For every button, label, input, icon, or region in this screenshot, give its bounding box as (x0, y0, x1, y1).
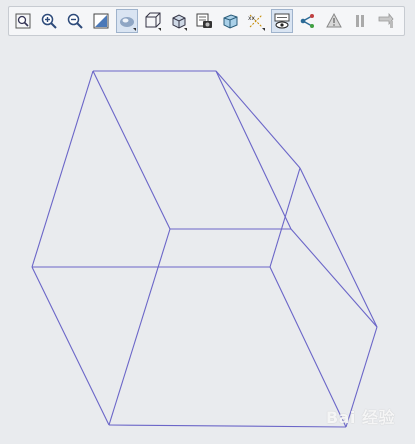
next-button[interactable] (375, 9, 397, 33)
spin-center-button[interactable] (297, 9, 319, 33)
view-manager-icon (196, 13, 213, 28)
datum-display-button[interactable]: xx (245, 9, 267, 33)
model-edge[interactable] (31, 266, 110, 426)
model-edge[interactable] (215, 70, 301, 169)
watermark-logo: Bai 经验 (325, 408, 395, 427)
model-edge[interactable] (92, 70, 171, 230)
annotation-display-icon (274, 13, 290, 29)
model-edge[interactable] (31, 70, 94, 268)
warning-button[interactable] (323, 9, 345, 33)
model-edge[interactable] (215, 70, 292, 230)
wireframe-display-button[interactable] (142, 9, 164, 33)
repaint-icon (93, 13, 109, 29)
dropdown-caret-icon (262, 28, 266, 31)
saved-orientations-button[interactable] (168, 9, 190, 33)
wireframe-model[interactable] (0, 40, 415, 440)
model-edge[interactable] (299, 167, 378, 328)
zoom-in-button[interactable] (38, 9, 60, 33)
graphics-viewport[interactable] (0, 40, 415, 440)
model-edge[interactable] (108, 424, 347, 428)
dropdown-caret-icon (158, 28, 162, 31)
zoom-in-icon (41, 13, 57, 29)
model-edge[interactable] (269, 167, 301, 268)
annotation-display-button[interactable] (271, 9, 294, 33)
svg-text:xx: xx (248, 15, 256, 22)
view-manager-button[interactable] (194, 9, 216, 33)
spin-center-icon (300, 14, 315, 28)
next-icon (378, 12, 394, 28)
pause-icon (356, 15, 365, 27)
model-edge[interactable] (108, 228, 171, 426)
refit-button[interactable] (12, 9, 34, 33)
dropdown-caret-icon (132, 28, 136, 31)
perspective-view-button[interactable] (220, 9, 242, 33)
model-edge[interactable] (269, 266, 347, 428)
perspective-view-icon (223, 14, 238, 29)
graphics-toolbar: xx (8, 6, 405, 36)
warning-triangle-icon (326, 12, 342, 28)
zoom-out-button[interactable] (64, 9, 86, 33)
refit-icon (15, 13, 31, 29)
repaint-button[interactable] (90, 9, 112, 33)
zoom-out-icon (67, 13, 83, 29)
shading-button[interactable] (115, 9, 138, 33)
pause-button[interactable] (349, 9, 371, 33)
dropdown-caret-icon (184, 28, 188, 31)
model-edge[interactable] (290, 228, 378, 328)
